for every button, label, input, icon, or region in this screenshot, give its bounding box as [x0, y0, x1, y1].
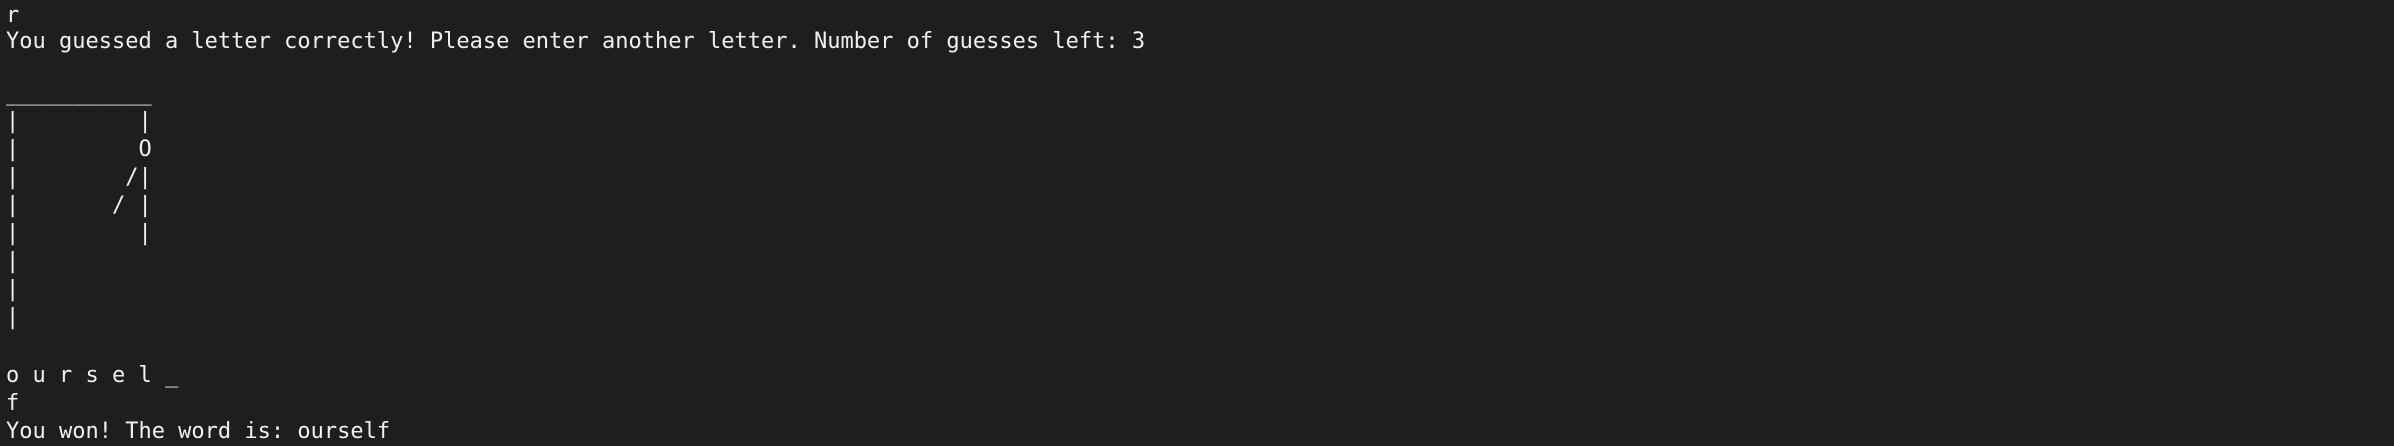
gallows-rope: | | — [6, 109, 152, 134]
word-progress: o u r s e l _ — [6, 363, 179, 388]
win-message: You won! The word is: ourself — [6, 419, 391, 444]
gallows-body: | | — [6, 221, 152, 246]
gallows-post: | — [6, 249, 20, 274]
gallows-post: | — [6, 277, 20, 302]
gallows-top: ___________ — [6, 81, 152, 106]
terminal-output: r You guessed a letter correctly! Please… — [0, 0, 2394, 446]
gallows-arm: | /| — [6, 165, 152, 190]
gallows-arm-body: | / | — [6, 193, 152, 218]
input-echo-r: r — [6, 3, 20, 28]
status-message: You guessed a letter correctly! Please e… — [6, 29, 1146, 54]
input-echo-f: f — [6, 391, 20, 416]
gallows-post: | — [6, 305, 20, 330]
gallows-head: | O — [6, 137, 152, 162]
